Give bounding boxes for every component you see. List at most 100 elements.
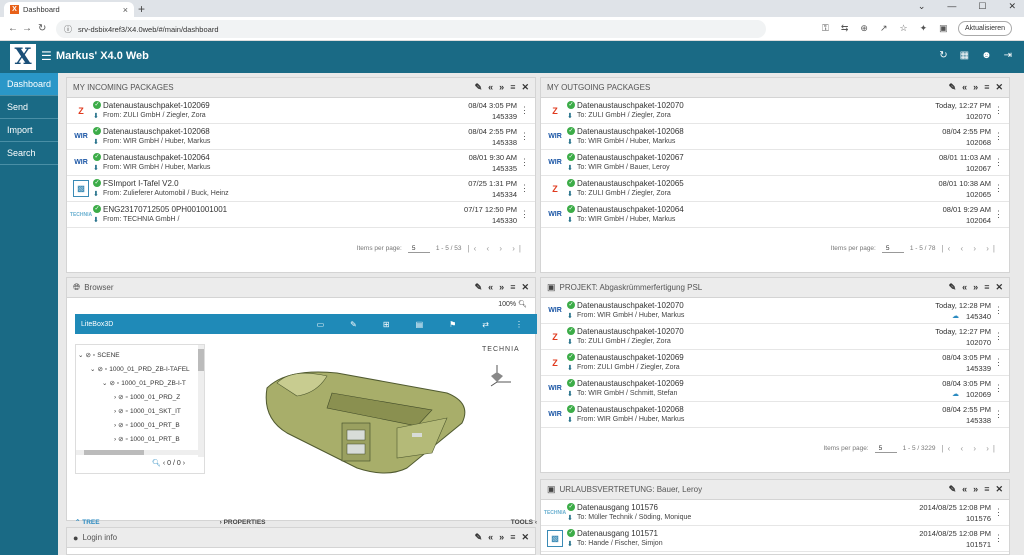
list-item[interactable]: Z ✓ ⬇ Datenaustauschpaket-102069 From: ZULI … (67, 98, 535, 124)
collapse-left-icon[interactable]: « (962, 282, 967, 293)
reorder-icon[interactable]: ≡ (510, 532, 515, 543)
package-name[interactable]: Datenausgang 101576 (577, 503, 658, 512)
package-name[interactable]: Datenausgang 101571 (577, 529, 658, 538)
tree-node[interactable]: › ⊘ ▫ 1000_01_PRT_B (78, 418, 204, 432)
list-item[interactable]: WIR ✓ ⬇ Datenaustauschpaket-102069 To: WIR G… (541, 376, 1009, 402)
reorder-icon[interactable]: ≡ (984, 484, 989, 495)
edit-icon[interactable]: ✎ (949, 282, 957, 293)
more-options-icon[interactable]: ⋮ (520, 157, 529, 168)
more-icon[interactable]: ⋮ (515, 320, 523, 329)
site-info-icon[interactable]: ⓘ (64, 24, 72, 35)
chevron-right-icon[interactable]: › (114, 408, 116, 415)
package-name[interactable]: Datenaustauschpaket-102068 (103, 127, 210, 136)
vertical-scrollbar[interactable] (198, 345, 204, 457)
page-size-select[interactable]: 5 (407, 245, 430, 253)
more-options-icon[interactable]: ⋮ (994, 131, 1003, 142)
edit-icon[interactable]: ✎ (949, 484, 957, 495)
chevron-down-icon[interactable]: ⌄ (102, 379, 107, 387)
package-name[interactable]: Datenaustauschpaket-102070 (577, 301, 684, 310)
package-name[interactable]: Datenaustauschpaket-102064 (577, 205, 684, 214)
page-size-select[interactable]: 5 (881, 245, 904, 253)
edit-icon[interactable]: ✎ (475, 82, 483, 93)
compare-icon[interactable]: ⇄ (482, 320, 489, 329)
more-options-icon[interactable]: ⋮ (520, 131, 529, 142)
list-item[interactable]: WIR ✓ ⬇ Datenaustauschpaket-102064 From: WIR… (67, 150, 535, 176)
new-tab-button[interactable]: + (138, 2, 145, 16)
list-item[interactable]: Z ✓ ⬇ Datenaustauschpaket-102070 To: ZULI Gm… (541, 98, 1009, 124)
package-name[interactable]: Datenaustauschpaket-102064 (103, 153, 210, 162)
tab-tree[interactable]: ⌃ TREE (75, 518, 100, 526)
tree-node[interactable]: ⌄ ⊘ ▫ SCENE (78, 348, 204, 362)
sidebar-item-search[interactable]: Search (0, 142, 58, 165)
maximize-icon[interactable]: ☐ (978, 1, 986, 12)
list-item[interactable]: WIR ✓ ⬇ Datenaustauschpaket-102068 To: WIR G… (541, 124, 1009, 150)
collapse-left-icon[interactable]: « (962, 484, 967, 495)
tab-properties[interactable]: › PROPERTIES (220, 519, 266, 526)
more-options-icon[interactable]: ⋮ (520, 209, 529, 220)
dashboard-layout-icon[interactable]: ▦ (960, 50, 969, 61)
more-options-icon[interactable]: ⋮ (520, 105, 529, 116)
expand-right-icon[interactable]: » (499, 82, 504, 93)
visibility-check-icon[interactable]: ⊘ (118, 421, 123, 429)
tree-node[interactable]: › ⊘ ▫ 1000_01_SKT_IT (78, 404, 204, 418)
zoom-control[interactable]: 100% 🔍︎ (498, 300, 527, 308)
chevron-down-icon[interactable]: ⌄ (90, 365, 95, 373)
edit-icon[interactable]: ✎ (475, 282, 483, 293)
more-options-icon[interactable]: ⋮ (994, 331, 1003, 342)
package-name[interactable]: FSImport I-Tafel V2.0 (103, 179, 179, 188)
visibility-check-icon[interactable]: ⊘ (109, 379, 114, 387)
zoom-icon[interactable]: ⊕ (860, 23, 868, 34)
tree-node[interactable]: ⌄ ⊘ ▫ 1000_01_PRD_ZB-I-T (78, 376, 204, 390)
tree-node[interactable]: ⌄ ⊘ ▫ 1000_01_PRD_ZB-I-TAFEL (78, 362, 204, 376)
reorder-icon[interactable]: ≡ (510, 282, 515, 293)
close-icon[interactable]: ✕ (521, 82, 529, 93)
list-item[interactable]: WIR ✓ ⬇ Datenaustauschpaket-102068 From: WIR… (541, 402, 1009, 428)
folder-open-icon[interactable]: ▭ (317, 320, 325, 329)
page-nav-buttons[interactable]: |‹ ‹ › ›| (942, 444, 999, 453)
more-options-icon[interactable]: ⋮ (994, 105, 1003, 116)
package-name[interactable]: Datenaustauschpaket-102070 (577, 327, 684, 336)
package-name[interactable]: Datenaustauschpaket-102070 (577, 101, 684, 110)
forward-icon[interactable]: → (22, 23, 32, 34)
share-icon[interactable]: ↗ (880, 23, 888, 34)
edit-icon[interactable]: ✎ (949, 82, 957, 93)
refresh-icon[interactable]: ↻ (939, 50, 947, 61)
package-name[interactable]: Datenaustauschpaket-102069 (577, 353, 684, 362)
collapse-left-icon[interactable]: « (488, 82, 493, 93)
sidepanel-icon[interactable]: ▣ (939, 23, 948, 34)
list-item[interactable]: TECHNIA ✓ ⬇ ENG23170712505 0PH001001001 From… (67, 202, 535, 228)
close-icon[interactable]: ✕ (521, 282, 529, 293)
tree-node[interactable]: › ⊘ ▫ 1000_01_PRD_Z (78, 390, 204, 404)
tree-node[interactable]: › ⊘ ▫ 1000_01_PRT_B (78, 432, 204, 446)
reorder-icon[interactable]: ≡ (984, 82, 989, 93)
update-button[interactable]: Aktualisieren (958, 21, 1013, 36)
url-field[interactable]: ⓘ srv-dsbix4ref3/X4.0web/#/main/dashboar… (56, 20, 766, 38)
list-item[interactable]: ▧ ✓ ⬇ Datenausgang 101571 To: Hande / Fische… (541, 526, 1009, 552)
list-item[interactable]: Z ✓ ⬇ Datenaustauschpaket-102069 From: ZULI … (541, 350, 1009, 376)
package-name[interactable]: Datenaustauschpaket-102069 (103, 101, 210, 110)
more-options-icon[interactable]: ⋮ (994, 183, 1003, 194)
sidebar-item-dashboard[interactable]: Dashboard (0, 73, 58, 96)
visibility-check-icon[interactable]: ⊘ (118, 393, 123, 401)
extensions-icon[interactable]: ✦ (920, 23, 928, 34)
list-item[interactable]: WIR ✓ ⬇ Datenaustauschpaket-102068 From: WIR… (67, 124, 535, 150)
close-icon[interactable]: ✕ (995, 282, 1003, 293)
sidebar-item-import[interactable]: Import (0, 119, 58, 142)
chevron-down-icon[interactable]: ⌄ (918, 1, 926, 12)
translate-icon[interactable]: ⇆ (841, 23, 849, 34)
browser-tab[interactable]: X Dashboard × (4, 2, 134, 17)
close-icon[interactable]: ✕ (995, 82, 1003, 93)
chevron-down-icon[interactable]: ⌄ (78, 351, 83, 359)
expand-right-icon[interactable]: » (973, 484, 978, 495)
list-item[interactable]: WIR ✓ ⬇ Datenaustauschpaket-102064 To: WIR G… (541, 202, 1009, 228)
list-item[interactable]: Z ✓ ⬇ Datenaustauschpaket-102065 To: ZULI Gm… (541, 176, 1009, 202)
magnifier-icon[interactable]: 🔍︎ (518, 301, 527, 308)
reload-icon[interactable]: ↻ (38, 23, 46, 34)
package-name[interactable]: Datenaustauschpaket-102068 (577, 127, 684, 136)
package-name[interactable]: Datenaustauschpaket-102065 (577, 179, 684, 188)
more-options-icon[interactable]: ⋮ (520, 183, 529, 194)
3d-model-view[interactable] (247, 348, 487, 488)
tab-tools[interactable]: TOOLS ‹ (511, 519, 537, 526)
package-name[interactable]: Datenaustauschpaket-102069 (577, 379, 684, 388)
more-options-icon[interactable]: ⋮ (994, 533, 1003, 544)
